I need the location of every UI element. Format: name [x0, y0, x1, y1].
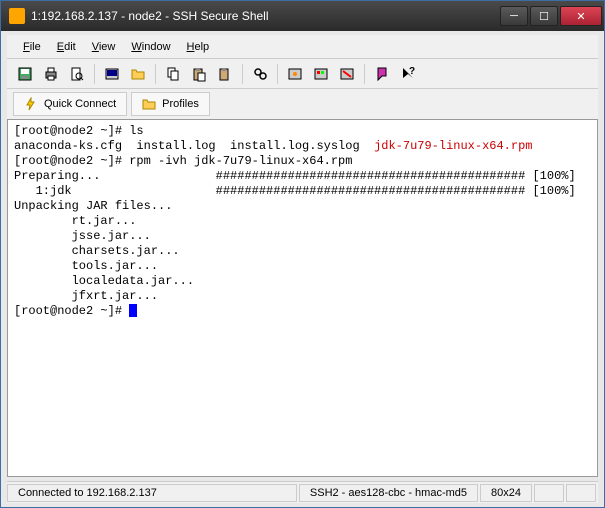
lightning-icon — [24, 97, 38, 111]
find-icon — [252, 66, 268, 82]
statusbar: Connected to 192.168.2.137 SSH2 - aes128… — [7, 481, 598, 503]
window-controls: ─ ☐ ✕ — [500, 6, 602, 26]
colors-icon — [313, 66, 329, 82]
folder-button[interactable] — [126, 62, 150, 86]
cursor — [129, 304, 137, 317]
output-line: Unpacking JAR files... — [14, 199, 172, 213]
prompt: [root@node2 ~]# — [14, 304, 129, 318]
profiles-label: Profiles — [162, 98, 199, 110]
help-icon — [374, 66, 390, 82]
minimize-button[interactable]: ─ — [500, 6, 528, 26]
output-line: charsets.jar... — [14, 244, 180, 258]
output-highlighted: jdk-7u79-linux-x64.rpm — [374, 139, 532, 153]
profiles-button[interactable]: Profiles — [131, 92, 210, 116]
save-button[interactable] — [13, 62, 37, 86]
status-cipher: SSH2 - aes128-cbc - hmac-md5 — [299, 484, 478, 502]
separator — [94, 64, 95, 84]
output-line: jfxrt.jar... — [14, 289, 158, 303]
help-button[interactable] — [370, 62, 394, 86]
preview-button[interactable] — [65, 62, 89, 86]
save-icon — [17, 66, 33, 82]
output-line: anaconda-ks.cfg install.log install.log.… — [14, 139, 374, 153]
status-extra1 — [534, 484, 564, 502]
menu-view[interactable]: View — [84, 39, 124, 55]
output-line: localedata.jar... — [14, 274, 194, 288]
find-button[interactable] — [248, 62, 272, 86]
settings-icon — [287, 66, 303, 82]
disconnect-icon — [339, 66, 355, 82]
whatsthis-button[interactable]: ? — [396, 62, 420, 86]
command: ls — [129, 124, 143, 138]
folder-icon — [142, 97, 156, 111]
output-line: rt.jar... — [14, 214, 136, 228]
svg-text:?: ? — [409, 66, 415, 77]
output-line: tools.jar... — [14, 259, 158, 273]
maximize-button[interactable]: ☐ — [530, 6, 558, 26]
terminal[interactable]: [root@node2 ~]# ls anaconda-ks.cfg insta… — [7, 119, 598, 477]
paste-icon — [191, 66, 207, 82]
quick-connect-button[interactable]: Quick Connect — [13, 92, 127, 116]
separator — [242, 64, 243, 84]
menu-window[interactable]: Window — [123, 39, 178, 55]
preview-icon — [69, 66, 85, 82]
disconnect-button[interactable] — [335, 62, 359, 86]
main-window: 1:192.168.2.137 - node2 - SSH Secure She… — [0, 0, 605, 508]
menu-file[interactable]: File — [15, 39, 49, 55]
menu-edit[interactable]: Edit — [49, 39, 84, 55]
cut-button[interactable] — [213, 62, 237, 86]
cut-icon — [217, 66, 233, 82]
prompt: [root@node2 ~]# — [14, 124, 129, 138]
titlebar: 1:192.168.2.137 - node2 - SSH Secure She… — [1, 1, 604, 31]
quick-connect-label: Quick Connect — [44, 98, 116, 110]
separator — [277, 64, 278, 84]
status-connection: Connected to 192.168.2.137 — [7, 484, 297, 502]
profilebar: Quick Connect Profiles — [7, 89, 598, 119]
colors-button[interactable] — [309, 62, 333, 86]
menu-help[interactable]: Help — [179, 39, 218, 55]
window-title: 1:192.168.2.137 - node2 - SSH Secure She… — [31, 9, 500, 23]
copy-button[interactable] — [161, 62, 185, 86]
terminal-icon — [104, 66, 120, 82]
prompt: [root@node2 ~]# — [14, 154, 129, 168]
separator — [364, 64, 365, 84]
output-line: 1:jdk ##################################… — [14, 184, 576, 198]
output-line: jsse.jar... — [14, 229, 151, 243]
toolbar: ? — [7, 59, 598, 89]
close-button[interactable]: ✕ — [560, 6, 602, 26]
paste-button[interactable] — [187, 62, 211, 86]
output-line: Preparing... ###########################… — [14, 169, 576, 183]
new-terminal-button[interactable] — [100, 62, 124, 86]
command: rpm -ivh jdk-7u79-linux-x64.rpm — [129, 154, 352, 168]
menubar: File Edit View Window Help — [7, 35, 598, 59]
status-extra2 — [566, 484, 596, 502]
whatsthis-icon: ? — [400, 66, 416, 82]
app-icon — [9, 8, 25, 24]
status-size: 80x24 — [480, 484, 532, 502]
print-button[interactable] — [39, 62, 63, 86]
copy-icon — [165, 66, 181, 82]
folder-icon — [130, 66, 146, 82]
print-icon — [43, 66, 59, 82]
separator — [155, 64, 156, 84]
settings-button[interactable] — [283, 62, 307, 86]
